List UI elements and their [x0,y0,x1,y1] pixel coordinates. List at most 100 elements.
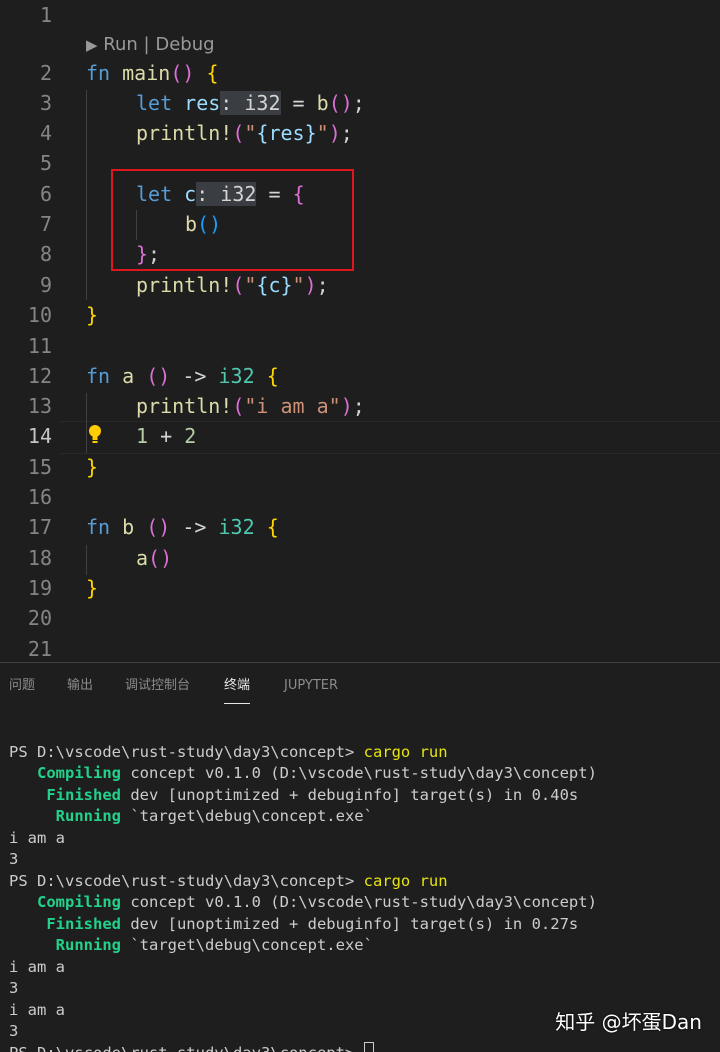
semicolon: ; [352,91,365,115]
command: cargo run [363,872,448,890]
code-line-9: println!("{c}"); [136,270,329,300]
function-name: main [122,61,171,85]
terminal-line: Finished dev [unoptimized + debuginfo] t… [9,785,578,807]
watermark: 知乎 @坏蛋Dan [555,1010,702,1034]
function-name: a [122,364,135,388]
format-placeholder: {c} [256,273,293,297]
type: i32 [218,515,255,539]
macro: println! [136,121,233,145]
tab-output[interactable]: 输出 [67,663,93,711]
code-editor[interactable]: 1 2 3 4 5 6 7 8 9 10 11 12 13 14 15 16 1… [0,0,720,662]
line-number: 6 [39,182,52,206]
status-text: `target\debug\concept.exe` [121,936,373,954]
line-number: 21 [27,637,52,661]
arrow: -> [182,364,207,388]
status-text: dev [unoptimized + debuginfo] target(s) … [120,786,579,804]
keyword: fn [86,515,111,539]
command: cargo run [363,743,448,761]
indent-guide [86,393,87,453]
terminal-output: 3 [9,1022,19,1040]
code-line-13: println!("i am a"); [136,391,365,421]
status-label: Finished [46,786,121,804]
brace: { [206,61,219,85]
terminal-output: i am a [9,1001,65,1019]
run-link[interactable]: Run [103,34,138,55]
brace: { [266,364,279,388]
brace: } [86,303,99,327]
lightbulb-icon[interactable] [88,424,102,446]
paren: () [328,91,353,115]
terminal-line: PS D:\vscode\rust-study\day3\concept> ca… [9,871,448,893]
brace: } [86,576,99,600]
status-label: Running [55,807,121,825]
arrow: -> [182,515,207,539]
number: 1 [136,424,149,448]
line-number: 9 [39,273,52,297]
paren: () [146,364,171,388]
tab-jupyter[interactable]: JUPYTER [284,663,338,711]
indent-guide [86,90,87,300]
codelens: ▶ Run | Debug [86,30,215,60]
function-call: a [136,546,149,570]
paren: ) [328,121,341,145]
code-line-10: } [86,300,98,330]
line-number: 1 [39,3,52,27]
status-text: `target\debug\concept.exe` [121,807,373,825]
code-line-15: } [86,452,98,482]
keyword: let [136,91,173,115]
terminal-line: Finished dev [unoptimized + debuginfo] t… [9,914,578,936]
status-text: dev [unoptimized + debuginfo] target(s) … [120,915,579,933]
keyword: fn [86,364,111,388]
annotation-highlight-box [111,169,354,271]
macro: println! [136,394,233,418]
code-line-19: } [86,573,98,603]
status-label: Running [55,936,121,954]
number: 2 [184,424,197,448]
line-number: 12 [27,364,52,388]
paren: () [146,515,171,539]
code-line-14: 1 + 2 [136,421,196,451]
tab-problems[interactable]: 问题 [9,663,35,711]
status-label: Finished [46,915,121,933]
brace: { [266,515,279,539]
line-number: 8 [39,242,52,266]
tab-debug-console[interactable]: 调试控制台 [125,663,190,711]
macro: println! [136,273,233,297]
type: i32 [218,364,255,388]
line-number: 17 [27,515,52,539]
status-label: Compiling [37,893,121,911]
line-number: 10 [27,303,52,327]
code-line-2: fn main() { [86,58,219,88]
code-line-3: let res: i32 = b(); [136,88,365,118]
debug-link[interactable]: Debug [155,34,214,55]
terminal-line: Running `target\debug\concept.exe` [9,806,373,828]
terminal-line: Compiling concept v0.1.0 (D:\vscode\rust… [9,892,597,914]
string: " [292,273,305,297]
status-label: Compiling [37,764,121,782]
line-number: 20 [27,606,52,630]
line-number: 4 [39,121,52,145]
paren: ) [304,273,317,297]
semicolon: ; [352,394,365,418]
tab-terminal[interactable]: 终端 [224,663,251,704]
brace: } [86,455,99,479]
paren: ) [340,394,353,418]
code-line-4: println!("{res}"); [136,118,353,148]
prompt: PS D:\vscode\rust-study\day3\concept> [9,743,364,761]
line-number: 7 [39,212,52,236]
play-icon[interactable]: ▶ [86,36,98,54]
function-call: b [316,91,329,115]
paren: ( [232,273,245,297]
terminal-output: i am a [9,958,65,976]
line-number: 16 [27,485,52,509]
panel-tabs: 问题 输出 调试控制台 终端 JUPYTER [0,663,720,711]
string: " [244,273,257,297]
line-number: 13 [27,394,52,418]
codelens-separator: | [143,34,150,55]
bottom-panel: 问题 输出 调试控制台 终端 JUPYTER PS D:\vscode\rust… [0,662,720,1052]
code-line-12: fn a () -> i32 { [86,361,279,391]
paren: () [170,61,195,85]
keyword: fn [86,61,111,85]
line-number: 15 [27,455,52,479]
line-number: 2 [39,61,52,85]
